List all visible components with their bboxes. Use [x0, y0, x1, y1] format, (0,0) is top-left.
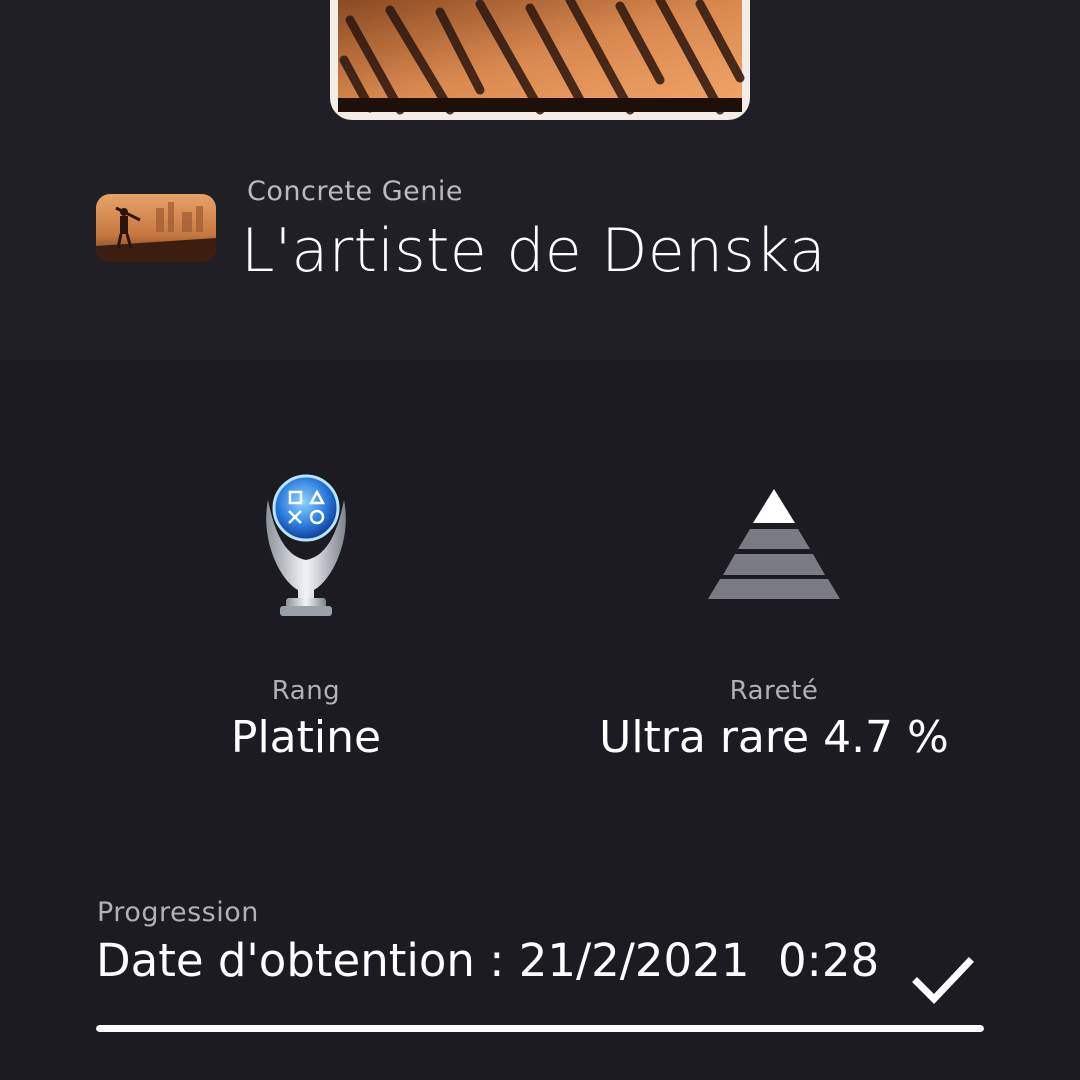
rarity-pyramid-icon — [554, 470, 994, 620]
rank-label: Rang — [271, 676, 341, 706]
progress-label: Progression — [97, 897, 259, 928]
trophy-banner-art — [330, 0, 750, 120]
rank-stat: Rang Platine — [86, 470, 526, 763]
rarity-label: Rareté — [729, 676, 819, 706]
platinum-trophy-icon — [86, 470, 526, 620]
rarity-value: Ultra rare 4.7 % — [599, 712, 949, 763]
rarity-stat: Rareté Ultra rare 4.7 % — [554, 470, 994, 763]
progress-bar-fill — [96, 1025, 984, 1032]
game-title: Concrete Genie — [247, 176, 463, 207]
rank-value: Platine — [230, 712, 382, 763]
trophy-title: L'artiste de Denska — [241, 216, 826, 286]
progress-bar — [96, 1025, 984, 1032]
earned-date: Date d'obtention : 21/2/2021 0:28 — [96, 934, 880, 987]
checkmark-icon — [912, 956, 974, 1008]
trophy-detail-screen: Concrete Genie L'artiste de Denska Rang … — [0, 0, 1080, 1080]
game-thumbnail — [96, 194, 216, 262]
